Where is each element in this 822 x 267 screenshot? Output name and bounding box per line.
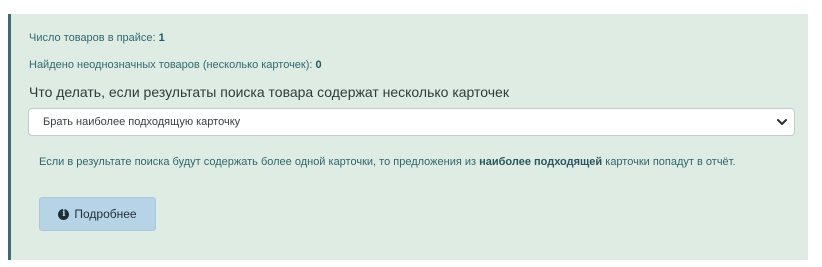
chevron-down-icon	[776, 115, 788, 129]
select-selected-value: Брать наиболее подходящую карточку	[43, 116, 241, 128]
more-info-label: Подробнее	[74, 207, 137, 221]
selection-hint: Если в результате поиска будут содержать…	[39, 154, 769, 170]
multiple-cards-select[interactable]: Брать наиболее подходящую карточку	[28, 108, 795, 136]
hint-text-before: Если в результате поиска будут содержать…	[39, 156, 480, 168]
ambiguous-count-stat: Найдено неоднозначных товаров (несколько…	[29, 59, 322, 71]
ambiguous-count-value: 0	[315, 59, 322, 71]
info-circle-icon: i	[58, 208, 70, 220]
ambiguous-count-label: Найдено неоднозначных товаров (несколько…	[29, 59, 313, 71]
price-count-label: Число товаров в прайсе:	[29, 32, 156, 44]
multiple-cards-question: Что делать, если результаты поиска товар…	[29, 84, 509, 100]
more-info-button[interactable]: i Подробнее	[39, 197, 156, 231]
hint-text-after: карточки попадут в отчёт.	[602, 156, 736, 168]
price-count-value: 1	[158, 32, 165, 44]
settings-panel: Число товаров в прайсе: 1 Найдено неодно…	[8, 14, 808, 260]
hint-text-bold: наиболее подходящей	[479, 156, 603, 168]
price-count-stat: Число товаров в прайсе: 1	[29, 32, 165, 44]
